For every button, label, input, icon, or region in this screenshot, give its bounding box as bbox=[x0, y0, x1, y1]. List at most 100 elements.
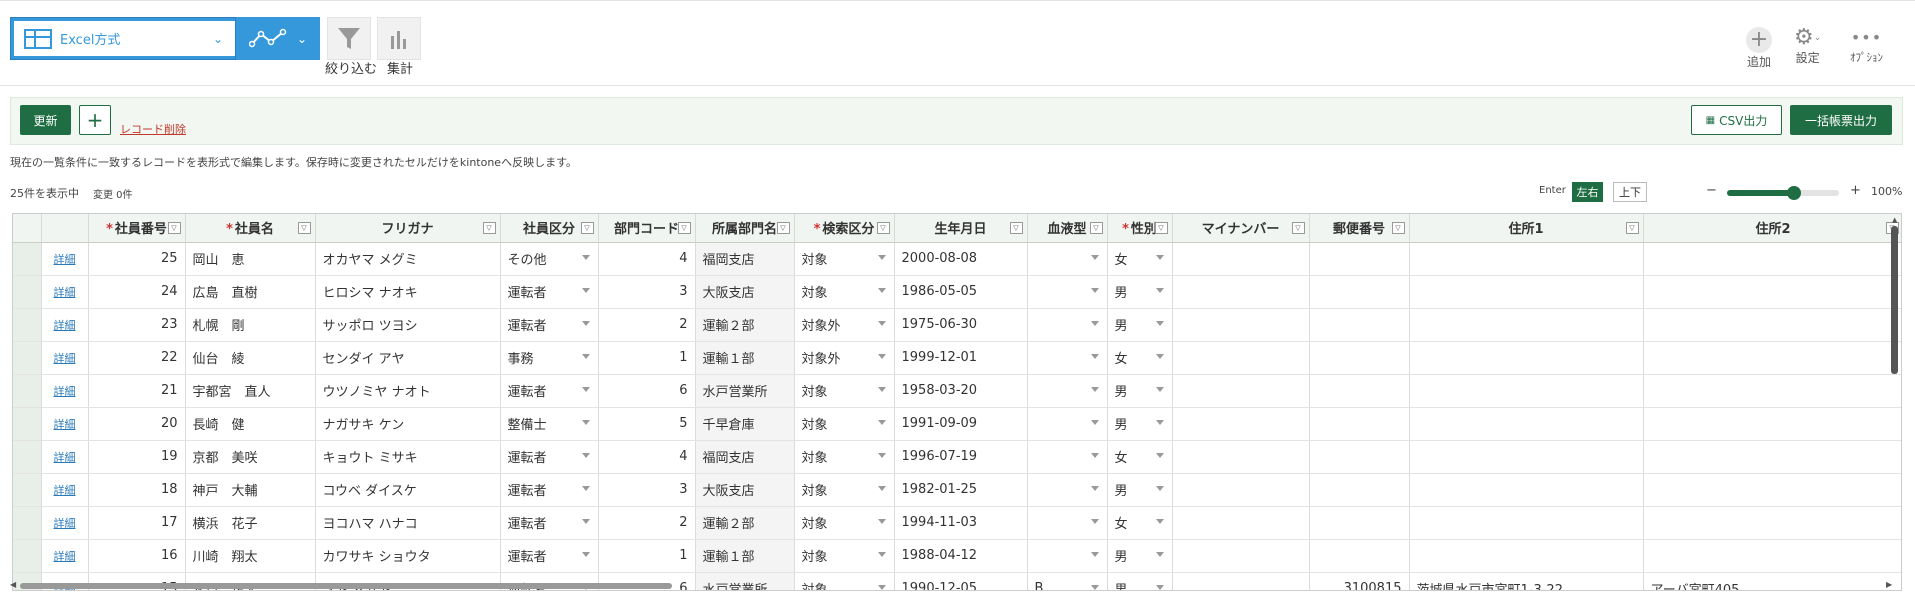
table-cell[interactable]: 22 bbox=[88, 341, 186, 375]
table-cell[interactable] bbox=[1172, 572, 1310, 590]
table-cell[interactable] bbox=[1027, 275, 1108, 309]
table-cell[interactable]: 水戸営業所 bbox=[695, 374, 795, 408]
detail-link[interactable]: 詳細 bbox=[54, 286, 76, 299]
table-cell[interactable]: 2000-08-08 bbox=[894, 242, 1028, 276]
row-handle[interactable] bbox=[13, 374, 42, 408]
table-cell[interactable] bbox=[1027, 374, 1108, 408]
table-cell[interactable] bbox=[1309, 374, 1410, 408]
table-cell[interactable]: 運輸１部 bbox=[695, 341, 795, 375]
table-cell[interactable]: 福岡支店 bbox=[695, 440, 795, 474]
table-cell[interactable]: 18 bbox=[88, 473, 186, 507]
table-cell[interactable] bbox=[1409, 341, 1644, 375]
detail-link[interactable]: 詳細 bbox=[54, 385, 76, 398]
table-cell[interactable]: 対象 bbox=[794, 572, 895, 590]
zoom-slider[interactable] bbox=[1727, 186, 1839, 200]
table-cell[interactable]: 岡山 恵 bbox=[185, 242, 316, 276]
table-cell[interactable] bbox=[1409, 275, 1644, 309]
table-cell[interactable]: 女 bbox=[1107, 242, 1173, 276]
column-header[interactable]: * 性別 ▽ bbox=[1107, 214, 1173, 243]
table-cell[interactable]: コウベ ダイスケ bbox=[315, 473, 501, 507]
table-cell[interactable]: 23 bbox=[88, 308, 186, 342]
table-cell[interactable]: 福岡支店 bbox=[695, 242, 795, 276]
table-cell[interactable] bbox=[1027, 308, 1108, 342]
table-cell[interactable] bbox=[1172, 242, 1310, 276]
zoom-out-button[interactable]: − bbox=[1706, 183, 1717, 198]
table-cell[interactable]: カワサキ ショウタ bbox=[315, 539, 501, 573]
table-cell[interactable]: 仙台 綾 bbox=[185, 341, 316, 375]
direction-ud-button[interactable]: 上下 bbox=[1613, 182, 1647, 202]
table-cell[interactable] bbox=[1409, 407, 1644, 441]
table-cell[interactable] bbox=[1409, 506, 1644, 540]
table-cell[interactable]: 水戸営業所 bbox=[695, 572, 795, 590]
table-cell[interactable]: 対象 bbox=[794, 473, 895, 507]
table-cell[interactable]: 19 bbox=[88, 440, 186, 474]
table-cell[interactable] bbox=[1172, 308, 1310, 342]
table-cell[interactable]: センダイ アヤ bbox=[315, 341, 501, 375]
table-cell[interactable]: 川崎 翔太 bbox=[185, 539, 316, 573]
table-cell[interactable]: 対象 bbox=[794, 407, 895, 441]
detail-link[interactable]: 詳細 bbox=[54, 418, 76, 431]
table-cell[interactable] bbox=[1027, 473, 1108, 507]
table-cell[interactable]: 1982-01-25 bbox=[894, 473, 1028, 507]
table-cell[interactable]: 対象 bbox=[794, 374, 895, 408]
table-cell[interactable]: その他 bbox=[500, 242, 599, 276]
table-cell[interactable]: 運転者 bbox=[500, 473, 599, 507]
table-cell[interactable] bbox=[1409, 440, 1644, 474]
table-cell[interactable] bbox=[1309, 242, 1410, 276]
table-cell[interactable]: ヒロシマ ナオキ bbox=[315, 275, 501, 309]
table-cell[interactable] bbox=[1309, 407, 1410, 441]
table-cell[interactable] bbox=[1643, 242, 1901, 276]
vertical-scrollbar[interactable] bbox=[1891, 226, 1898, 374]
csv-export-button[interactable]: ▦ CSV出力 bbox=[1691, 105, 1782, 135]
detail-link[interactable]: 詳細 bbox=[54, 550, 76, 563]
table-cell[interactable] bbox=[1172, 407, 1310, 441]
table-cell[interactable] bbox=[1172, 341, 1310, 375]
table-cell[interactable]: ヨコハマ ハナコ bbox=[315, 506, 501, 540]
column-filter-icon[interactable]: ▽ bbox=[1089, 222, 1103, 234]
table-cell[interactable] bbox=[1643, 341, 1901, 375]
bulk-report-button[interactable]: 一括帳票出力 bbox=[1790, 105, 1892, 135]
column-header[interactable]: 住所1 ▽ bbox=[1409, 214, 1644, 243]
table-cell[interactable] bbox=[1172, 275, 1310, 309]
table-cell[interactable]: 大阪支店 bbox=[695, 473, 795, 507]
row-handle[interactable] bbox=[13, 539, 42, 573]
table-cell[interactable] bbox=[1309, 539, 1410, 573]
table-cell[interactable] bbox=[1409, 473, 1644, 507]
table-cell[interactable] bbox=[1027, 539, 1108, 573]
table-cell[interactable]: 3100815 bbox=[1309, 572, 1410, 590]
table-cell[interactable] bbox=[1309, 473, 1410, 507]
settings-button[interactable]: ⚙⌄ 設定 bbox=[1794, 27, 1821, 66]
table-cell[interactable]: 運転者 bbox=[500, 440, 599, 474]
table-cell[interactable]: 男 bbox=[1107, 473, 1173, 507]
table-cell[interactable]: 2 bbox=[598, 506, 696, 540]
graph-selector[interactable]: ⌄ bbox=[236, 17, 320, 60]
zoom-in-button[interactable]: + bbox=[1850, 183, 1861, 198]
table-cell[interactable] bbox=[1309, 275, 1410, 309]
horizontal-scrollbar[interactable] bbox=[20, 583, 672, 589]
table-cell[interactable]: 1 bbox=[598, 539, 696, 573]
delete-record-link[interactable]: レコード削除 bbox=[120, 121, 186, 137]
table-cell[interactable]: 大阪支店 bbox=[695, 275, 795, 309]
row-handle[interactable] bbox=[13, 473, 42, 507]
column-header[interactable]: マイナンバー ▽ bbox=[1172, 214, 1310, 243]
table-cell[interactable]: 運転者 bbox=[500, 374, 599, 408]
column-filter-icon[interactable]: ▽ bbox=[876, 222, 890, 234]
table-cell[interactable]: 1988-04-12 bbox=[894, 539, 1028, 573]
table-cell[interactable]: 対象外 bbox=[794, 341, 895, 375]
table-cell[interactable]: 運輸２部 bbox=[695, 506, 795, 540]
column-header[interactable]: 血液型 ▽ bbox=[1027, 214, 1108, 243]
table-cell[interactable]: 対象 bbox=[794, 242, 895, 276]
table-cell[interactable]: 対象 bbox=[794, 275, 895, 309]
table-cell[interactable]: 男 bbox=[1107, 374, 1173, 408]
table-cell[interactable]: 女 bbox=[1107, 341, 1173, 375]
table-cell[interactable]: 京都 美咲 bbox=[185, 440, 316, 474]
table-cell[interactable] bbox=[1409, 242, 1644, 276]
column-filter-icon[interactable]: ▽ bbox=[677, 222, 691, 234]
table-cell[interactable]: 17 bbox=[88, 506, 186, 540]
table-cell[interactable]: 1986-05-05 bbox=[894, 275, 1028, 309]
table-cell[interactable]: 札幌 剛 bbox=[185, 308, 316, 342]
column-filter-icon[interactable]: ▽ bbox=[1391, 222, 1405, 234]
table-cell[interactable]: 神戸 大輔 bbox=[185, 473, 316, 507]
table-cell[interactable]: 1990-12-05 bbox=[894, 572, 1028, 590]
scroll-left-icon[interactable]: ◀ bbox=[10, 580, 16, 589]
